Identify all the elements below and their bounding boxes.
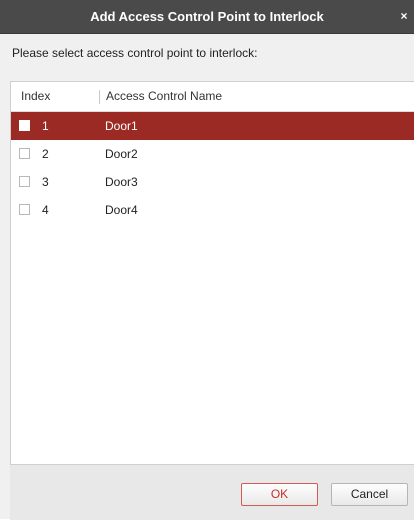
table-row[interactable]: 1 Door1 (11, 112, 414, 140)
interlock-dialog: Add Access Control Point to Interlock × … (0, 0, 414, 520)
row-checkbox[interactable] (19, 204, 30, 215)
instruction-text: Please select access control point to in… (12, 46, 258, 60)
column-header-index[interactable]: Index (21, 82, 50, 111)
access-point-table: Index Access Control Name 1 Door1 2 Door… (10, 81, 414, 465)
cancel-button[interactable]: Cancel (331, 483, 408, 506)
table-row[interactable]: 3 Door3 (11, 168, 414, 196)
dialog-title: Add Access Control Point to Interlock (90, 9, 324, 24)
table-row[interactable]: 2 Door2 (11, 140, 414, 168)
row-checkbox[interactable] (19, 148, 30, 159)
ok-button[interactable]: OK (241, 483, 318, 506)
row-name: Door1 (105, 119, 138, 133)
column-divider (99, 90, 100, 104)
row-index: 3 (42, 175, 49, 189)
column-header-name[interactable]: Access Control Name (106, 82, 222, 111)
row-index: 4 (42, 203, 49, 217)
table-row[interactable]: 4 Door4 (11, 196, 414, 224)
row-name: Door2 (105, 147, 138, 161)
row-index: 2 (42, 147, 49, 161)
row-checkbox[interactable] (19, 120, 30, 131)
row-name: Door3 (105, 175, 138, 189)
button-bar: OK Cancel (10, 464, 414, 520)
close-icon[interactable]: × (397, 0, 411, 33)
row-checkbox[interactable] (19, 176, 30, 187)
title-bar: Add Access Control Point to Interlock × (0, 0, 414, 34)
row-index: 1 (42, 119, 49, 133)
table-header: Index Access Control Name (11, 82, 414, 112)
row-name: Door4 (105, 203, 138, 217)
